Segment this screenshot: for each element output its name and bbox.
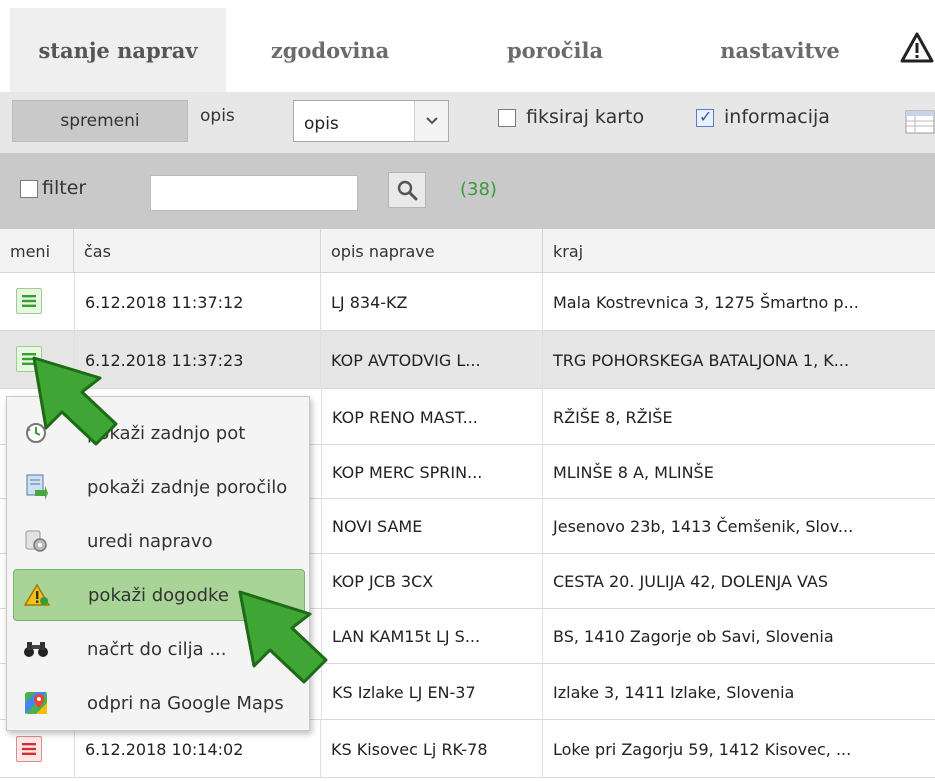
cell-device: KS Izlake LJ EN-37 xyxy=(321,664,543,720)
filter-label: filter xyxy=(42,177,87,199)
table-view-icon[interactable] xyxy=(905,110,935,134)
menu-item-route-to-destination[interactable]: načrt do cilja ... xyxy=(13,623,305,675)
filter-bar: filter (38) xyxy=(0,153,935,229)
menu-item-show-events[interactable]: pokaži dogodke xyxy=(13,569,305,621)
cell-device: KOP RENO MAST... xyxy=(321,389,543,445)
table-header: meni čas opis naprave kraj xyxy=(0,229,935,273)
cell-place: Mala Kostrevnica 3, 1275 Šmartno p... xyxy=(553,292,859,312)
menu-item-label: pokaži dogodke xyxy=(88,584,229,606)
cell-device: LJ 834-KZ xyxy=(321,273,543,331)
row-menu-button[interactable] xyxy=(16,346,42,372)
tab-history[interactable]: zgodovina xyxy=(250,8,410,92)
menu-item-show-last-route[interactable]: pokaži zadnjo pot xyxy=(13,407,305,459)
information-checkbox[interactable] xyxy=(696,107,714,127)
search-button[interactable] xyxy=(388,172,426,208)
cell-device: KS Kisovec Lj RK-78 xyxy=(321,720,543,778)
column-header-device[interactable]: opis naprave xyxy=(321,229,543,273)
warning-icon[interactable] xyxy=(899,30,935,66)
column-header-menu[interactable]: meni xyxy=(0,229,74,273)
tab-reports[interactable]: poročila xyxy=(480,8,630,92)
result-count: (38) xyxy=(460,179,497,200)
toolbar: spremeni opis opis fiksiraj karto inform… xyxy=(0,92,935,153)
menu-lines-icon xyxy=(22,353,36,365)
cell-device: KOP JCB 3CX xyxy=(321,554,543,609)
report-icon xyxy=(23,474,49,500)
cell-place: Jesenovo 23b, 1413 Čemšenik, Slov... xyxy=(553,517,854,536)
table-row[interactable]: 6.12.2018 11:37:12 LJ 834-KZ Mala Kostre… xyxy=(0,273,935,331)
menu-item-show-last-report[interactable]: pokaži zadnje poročilo xyxy=(13,461,305,513)
binoculars-icon xyxy=(23,636,49,662)
menu-item-label: odpri na Google Maps xyxy=(87,692,284,714)
tab-device-status[interactable]: stanje naprav xyxy=(10,8,226,92)
cell-device: KOP MERC SPRIN... xyxy=(321,445,543,499)
description-select[interactable]: opis xyxy=(293,100,449,142)
cell-place: Loke pri Zagorju 59, 1412 Kisovec, ... xyxy=(553,739,852,759)
row-menu-button[interactable] xyxy=(16,288,42,314)
menu-item-open-google-maps[interactable]: odpri na Google Maps xyxy=(13,677,305,729)
chevron-down-icon[interactable] xyxy=(414,101,448,141)
cell-device: LAN KAM15t LJ S... xyxy=(321,609,543,664)
menu-item-label: pokaži zadnjo pot xyxy=(87,422,246,444)
history-clock-icon xyxy=(23,420,49,446)
menu-item-label: pokaži zadnje poročilo xyxy=(87,476,288,498)
cell-place: TRG POHORSKEGA BATALJONA 1, K... xyxy=(553,350,850,370)
menu-item-label: uredi napravo xyxy=(87,530,213,552)
fix-map-checkbox[interactable] xyxy=(498,109,516,127)
change-button[interactable]: spremeni xyxy=(12,100,188,142)
cell-place: BS, 1410 Zagorje ob Savi, Slovenia xyxy=(553,627,834,646)
description-select-value: opis xyxy=(304,114,339,134)
cell-place: RŽIŠE 8, RŽIŠE xyxy=(553,407,673,427)
warning-events-icon xyxy=(24,582,50,608)
filter-input[interactable] xyxy=(150,175,358,211)
filter-checkbox[interactable] xyxy=(20,180,38,198)
cell-time: 6.12.2018 11:37:12 xyxy=(74,273,321,331)
information-label: informacija xyxy=(724,106,830,128)
cell-place: CESTA 20. JULIJA 42, DOLENJA VAS xyxy=(553,572,828,591)
menu-lines-icon xyxy=(22,743,36,755)
menu-lines-icon xyxy=(22,295,36,307)
menu-item-label: načrt do cilja ... xyxy=(87,638,227,660)
table-row[interactable]: 6.12.2018 11:37:23 KOP AVTODVIG L... TRG… xyxy=(0,331,935,389)
tab-settings[interactable]: nastavitve xyxy=(690,8,870,92)
cell-place: MLINŠE 8 A, MLINŠE xyxy=(553,462,714,482)
cell-time: 6.12.2018 11:37:23 xyxy=(74,331,321,389)
column-header-place[interactable]: kraj xyxy=(543,229,935,273)
fix-map-label: fiksiraj karto xyxy=(526,106,645,128)
row-menu-button[interactable] xyxy=(16,736,42,762)
cell-device: KOP AVTODVIG L... xyxy=(321,331,543,389)
cell-place: Izlake 3, 1411 Izlake, Slovenia xyxy=(553,682,795,702)
column-header-time[interactable]: čas xyxy=(74,229,321,273)
device-settings-icon xyxy=(23,528,49,554)
main-tabs: stanje naprav zgodovina poročila nastavi… xyxy=(0,0,935,92)
row-context-menu: pokaži zadnjo pot pokaži zadnje poročilo… xyxy=(6,396,310,731)
google-maps-icon xyxy=(23,690,49,716)
description-label: opis xyxy=(200,106,235,126)
cell-device: NOVI SAME xyxy=(321,499,543,554)
search-icon xyxy=(397,180,418,201)
menu-item-edit-device[interactable]: uredi napravo xyxy=(13,515,305,567)
